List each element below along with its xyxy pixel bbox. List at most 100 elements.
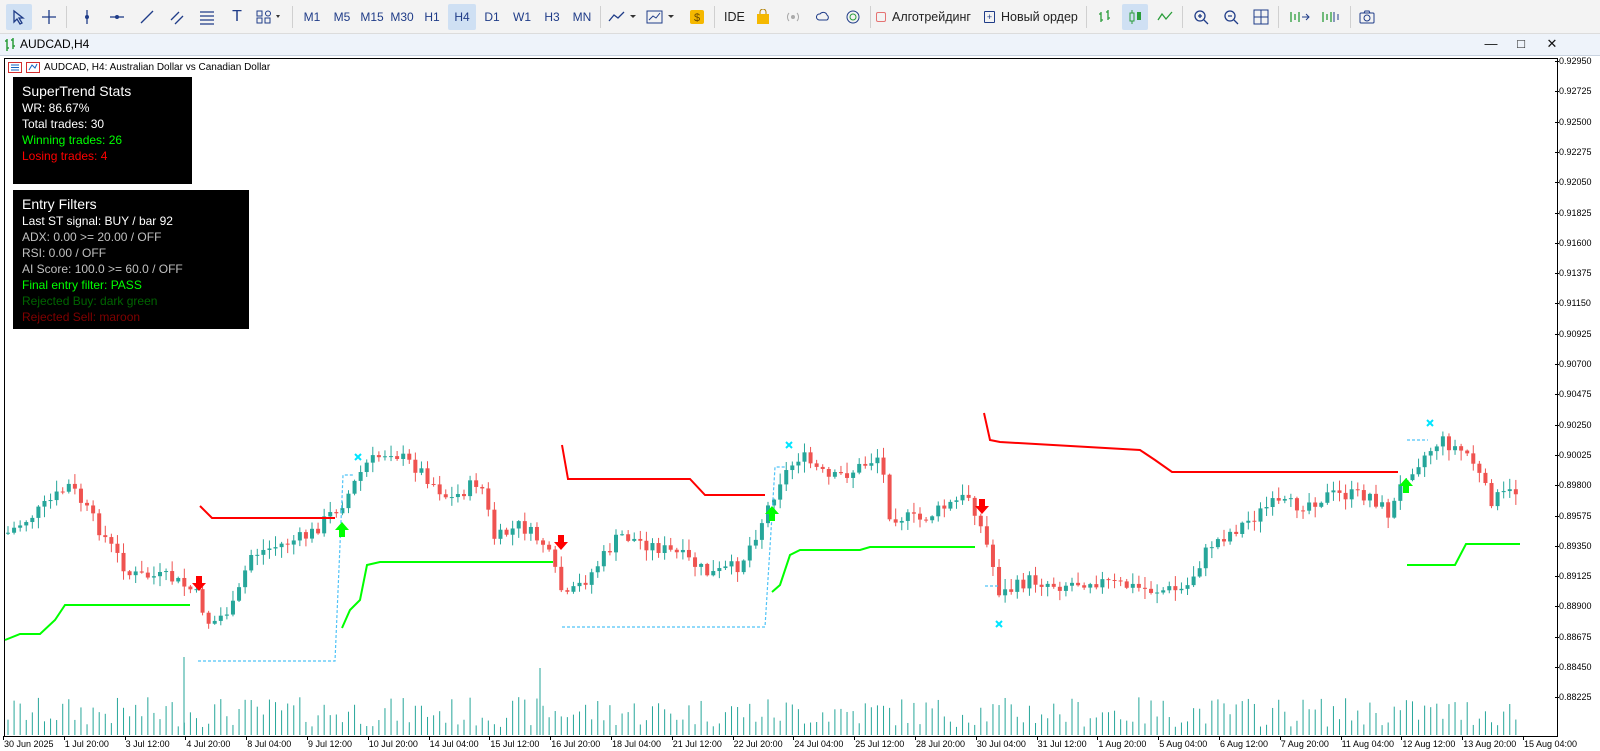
price-label: 0.92950 (1559, 56, 1592, 66)
exit-cross-icon (785, 441, 793, 449)
candle-body (990, 544, 995, 567)
time-label: 28 Jul 20:00 (916, 739, 966, 749)
supertrend-up-line (1407, 543, 1520, 566)
candle-body (261, 549, 266, 555)
candle-body (212, 620, 217, 624)
candle-body (522, 521, 527, 534)
candle-body (492, 509, 497, 539)
candle-body (431, 483, 436, 485)
candle-body (455, 494, 460, 498)
candle-body (650, 543, 655, 551)
candle-body (303, 532, 308, 539)
candle-body (206, 612, 211, 624)
exit-cross-icon (995, 620, 1003, 628)
filters-title: Entry Filters (22, 196, 97, 212)
candle-body (267, 548, 272, 550)
candle-body (18, 525, 23, 528)
candle-body (48, 500, 53, 502)
candle-body (230, 600, 235, 615)
price-label: 0.91375 (1559, 268, 1592, 279)
candle-body (1258, 508, 1263, 522)
stats-total-trades: Total trades: 30 (22, 117, 105, 131)
candle-body (863, 463, 868, 466)
candle-body (1222, 539, 1226, 542)
candle-body (170, 571, 175, 582)
candle-body (869, 463, 874, 466)
candle-body (78, 488, 83, 503)
time-label: 30 Jun 2025 (4, 739, 54, 749)
candle-body (729, 561, 734, 567)
candle-body (966, 494, 971, 498)
candle-body (808, 452, 813, 464)
candle-body (1130, 583, 1135, 588)
candle-body (1185, 585, 1190, 589)
depth-of-market-icon[interactable] (26, 62, 40, 73)
candle-body (1142, 587, 1147, 589)
candle-body (127, 571, 132, 576)
candle-body (1307, 502, 1312, 511)
candle-body (1459, 446, 1464, 451)
price-label: 0.89125 (1559, 571, 1592, 582)
supertrend-stats-panel: SuperTrend Stats WR: 86.67% Total trades… (13, 77, 192, 184)
time-label: 30 Jul 04:00 (976, 739, 1026, 749)
supertrend-down-line (983, 412, 1398, 473)
candle-body (486, 488, 491, 510)
candle-body (1440, 436, 1445, 447)
time-label: 14 Jul 04:00 (429, 739, 479, 749)
candle-body (656, 543, 661, 553)
candle-body (176, 577, 181, 582)
candle-body (1015, 579, 1020, 592)
candle-body (389, 456, 394, 458)
candle-body (565, 590, 570, 592)
candle-body (918, 513, 922, 520)
candle-body (1422, 455, 1427, 468)
candle-body (571, 586, 576, 592)
candle-body (723, 566, 728, 569)
candle-body (851, 472, 856, 478)
candle-body (1118, 580, 1123, 582)
candle-body (820, 466, 825, 470)
candle-body (273, 547, 278, 549)
candle-body (1361, 490, 1366, 501)
candle-body (832, 472, 837, 477)
candle-body (614, 534, 618, 553)
candle-body (1319, 502, 1324, 507)
candle-body (109, 537, 114, 544)
supertrend-down-line (561, 444, 765, 496)
candle-body (352, 480, 357, 494)
candle-body (370, 455, 375, 463)
sell-arrow-icon (554, 535, 568, 550)
one-click-trading-icon[interactable] (8, 62, 22, 73)
candle-body (1167, 586, 1172, 591)
candle-body (534, 526, 539, 541)
candle-body (1039, 584, 1044, 587)
candle-body (139, 571, 144, 573)
candle-body (541, 540, 546, 545)
candle-body (1392, 500, 1397, 518)
candle-body (285, 543, 290, 545)
candle-body (425, 468, 430, 484)
candle-body (1495, 492, 1500, 507)
time-label: 16 Jul 20:00 (551, 739, 601, 749)
chart-header-text: AUDCAD, H4: Australian Dollar vs Canadia… (44, 62, 271, 73)
candle-body (1355, 489, 1360, 491)
candle-body (395, 456, 400, 459)
price-label: 0.92275 (1559, 146, 1592, 157)
candle-body (924, 519, 929, 521)
candle-body (802, 452, 807, 462)
candle-body (121, 552, 126, 572)
candle-body (474, 480, 479, 487)
candle-body (1276, 498, 1281, 501)
candle-body (796, 461, 801, 466)
candle-body (1507, 489, 1512, 492)
filters-final: Final entry filter: PASS (22, 278, 142, 292)
candle-body (1374, 493, 1378, 507)
candle-body (1471, 453, 1476, 464)
time-label: 8 Jul 04:00 (247, 739, 292, 749)
candle-body (1173, 586, 1178, 591)
candle-body (601, 551, 606, 567)
candle-body (790, 465, 795, 471)
time-label: 3 Jul 12:00 (125, 739, 170, 749)
candle-body (1282, 498, 1287, 501)
candle-body (1161, 590, 1166, 593)
